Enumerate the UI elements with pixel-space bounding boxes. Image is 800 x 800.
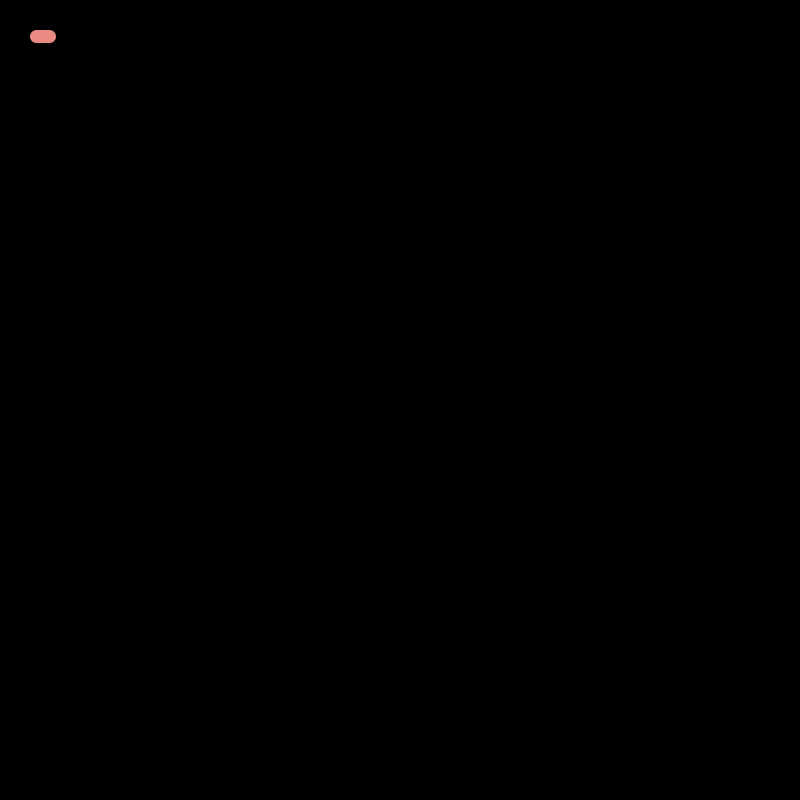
optimal-marker <box>30 30 56 43</box>
bottleneck-curve <box>30 30 770 770</box>
plot-area <box>30 30 770 770</box>
chart-frame <box>0 0 800 800</box>
